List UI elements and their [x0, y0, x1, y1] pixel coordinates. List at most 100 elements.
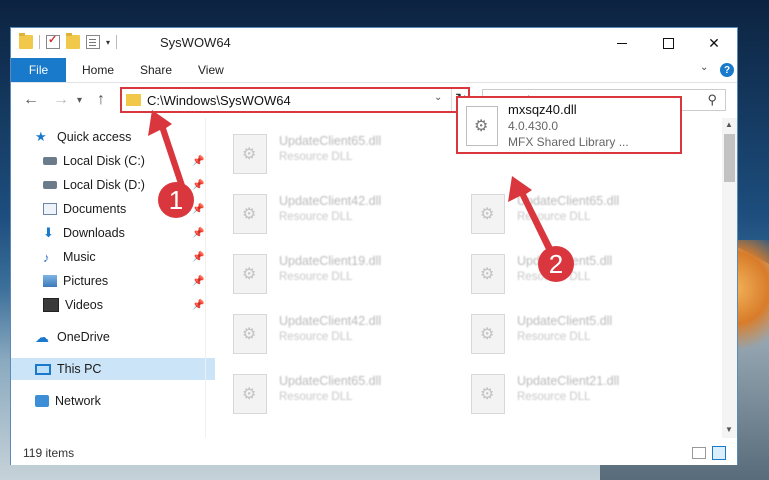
forward-icon[interactable]: →: [53, 91, 69, 109]
file-list: UpdateClient65.dll Resource DLL UpdateCl…: [215, 118, 721, 438]
file-name: UpdateClient21.dll: [517, 374, 620, 388]
new-folder-icon[interactable]: [66, 33, 80, 49]
close-button[interactable]: ✕: [691, 28, 737, 58]
pc-icon: [35, 363, 51, 375]
file-item[interactable]: UpdateClient42.dll Resource DLL: [215, 182, 445, 240]
large-icons-view-icon[interactable]: [712, 446, 726, 460]
vertical-scrollbar[interactable]: ▲ ▼: [722, 118, 737, 438]
sidebar-item-this-pc[interactable]: This PC: [11, 358, 229, 380]
file-type: Resource DLL: [279, 391, 353, 403]
folder-icon: [19, 33, 33, 49]
sidebar-item-videos[interactable]: Videos 📌: [11, 294, 237, 316]
sidebar-item-label: Network: [55, 394, 101, 408]
pin-icon[interactable]: 📌: [192, 204, 204, 215]
dll-file-icon: [233, 314, 267, 354]
cloud-icon: ☁: [35, 328, 49, 345]
address-path[interactable]: C:\Windows\SysWOW64: [147, 93, 291, 108]
divider: [116, 35, 118, 49]
properties-check-icon[interactable]: [46, 33, 60, 49]
sidebar-item-label: Documents: [63, 202, 127, 216]
file-item[interactable]: UpdateClient5.dll Resource DLL: [453, 302, 683, 360]
tab-file[interactable]: File: [11, 58, 66, 82]
explorer-window: ▾ SysWOW64 ✕ File Home Share View ⌄ ? ← …: [10, 27, 738, 465]
dll-file-icon: [233, 194, 267, 234]
file-version: 4.0.430.0: [508, 119, 559, 133]
sidebar-item-network[interactable]: Network: [11, 390, 229, 412]
recent-locations-icon[interactable]: ▾: [77, 95, 82, 106]
dll-file-icon: [471, 374, 505, 414]
maximize-icon: [662, 37, 674, 49]
star-icon: ★: [35, 129, 47, 144]
file-item[interactable]: UpdateClient19.dll Resource DLL: [215, 242, 445, 300]
file-type: Resource DLL: [279, 211, 353, 223]
pin-icon[interactable]: 📌: [192, 156, 204, 167]
file-name: UpdateClient65.dll: [279, 374, 382, 388]
back-icon[interactable]: ←: [23, 91, 39, 109]
highlighted-file-item[interactable]: mxsqz40.dll 4.0.430.0 MFX Shared Library…: [456, 96, 682, 154]
minimize-button[interactable]: [599, 28, 645, 58]
file-type: Resource DLL: [279, 271, 353, 283]
file-name: UpdateClient42.dll: [279, 314, 382, 328]
tab-share[interactable]: Share: [140, 58, 172, 82]
documents-icon: [43, 203, 57, 215]
file-name: mxsqz40.dll: [508, 102, 577, 117]
address-bar[interactable]: C:\Windows\SysWOW64 ⌄ ↻: [120, 87, 470, 113]
file-item[interactable]: UpdateClient65.dll Resource DLL: [215, 122, 445, 180]
help-icon[interactable]: ?: [720, 63, 734, 77]
sidebar-item-onedrive[interactable]: ☁ OneDrive: [11, 326, 229, 348]
file-name: UpdateClient5.dll: [517, 314, 613, 328]
up-icon[interactable]: ↑: [97, 91, 105, 109]
scroll-up-icon[interactable]: ▲: [725, 120, 733, 129]
file-item[interactable]: UpdateClient42.dll Resource DLL: [215, 302, 445, 360]
search-icon[interactable]: ⚲: [707, 92, 717, 108]
file-type: Resource DLL: [517, 391, 591, 403]
item-count: 119 items: [23, 446, 75, 460]
pin-icon[interactable]: 📌: [192, 180, 204, 191]
videos-icon: [43, 298, 59, 312]
sidebar-item-local-disk-d[interactable]: Local Disk (D:) 📌: [11, 174, 237, 196]
pin-icon[interactable]: 📌: [192, 228, 204, 239]
dll-file-icon: [471, 254, 505, 294]
sidebar-item-music[interactable]: ♪ Music 📌: [11, 246, 237, 268]
file-name: UpdateClient65.dll: [279, 134, 382, 148]
pin-icon[interactable]: 📌: [192, 276, 204, 287]
address-dropdown-icon[interactable]: ⌄: [434, 92, 442, 103]
disk-icon: [43, 181, 57, 189]
maximize-button[interactable]: [645, 28, 691, 58]
tab-view[interactable]: View: [198, 58, 224, 82]
navigation-pane: ★ Quick access Local Disk (C:) 📌 Local D…: [11, 118, 229, 438]
sidebar-item-label: Quick access: [57, 130, 132, 144]
pane-divider[interactable]: [205, 118, 206, 438]
file-type: Resource DLL: [517, 331, 591, 343]
file-item[interactable]: UpdateClient65.dll Resource DLL: [215, 362, 445, 420]
expand-ribbon-icon[interactable]: ⌄: [700, 62, 708, 73]
disk-icon: [43, 157, 57, 165]
pin-icon[interactable]: 📌: [192, 252, 204, 263]
sidebar-item-documents[interactable]: Documents 📌: [11, 198, 237, 220]
tab-home[interactable]: Home: [82, 58, 114, 82]
sidebar-item-label: Local Disk (C:): [63, 154, 145, 168]
address-field[interactable]: C:\Windows\SysWOW64: [122, 89, 452, 111]
file-type: Resource DLL: [279, 331, 353, 343]
customize-toolbar-icon[interactable]: ▾: [106, 38, 110, 47]
file-name: UpdateClient65.dll: [517, 194, 620, 208]
sidebar-item-downloads[interactable]: ⬇ Downloads 📌: [11, 222, 237, 244]
dll-file-icon: [471, 314, 505, 354]
window-title: SysWOW64: [160, 35, 231, 50]
sidebar-item-local-disk-c[interactable]: Local Disk (C:) 📌: [11, 150, 237, 172]
sidebar-item-pictures[interactable]: Pictures 📌: [11, 270, 237, 292]
sidebar-item-label: Downloads: [63, 226, 125, 240]
title-bar: ▾ SysWOW64 ✕: [11, 28, 737, 58]
scroll-thumb[interactable]: [724, 134, 735, 182]
scroll-down-icon[interactable]: ▼: [725, 425, 733, 434]
details-view-icon[interactable]: [692, 447, 706, 459]
dll-file-icon: [233, 374, 267, 414]
pin-icon[interactable]: 📌: [192, 300, 204, 311]
file-item[interactable]: UpdateClient21.dll Resource DLL: [453, 362, 683, 420]
sidebar-item-quick-access[interactable]: ★ Quick access: [11, 126, 229, 148]
divider: [39, 35, 40, 49]
pictures-icon: [43, 275, 57, 287]
properties-icon[interactable]: [86, 35, 100, 49]
file-item[interactable]: UpdateClient65.dll Resource DLL: [453, 182, 683, 240]
callout-badge-1: 1: [158, 182, 194, 218]
